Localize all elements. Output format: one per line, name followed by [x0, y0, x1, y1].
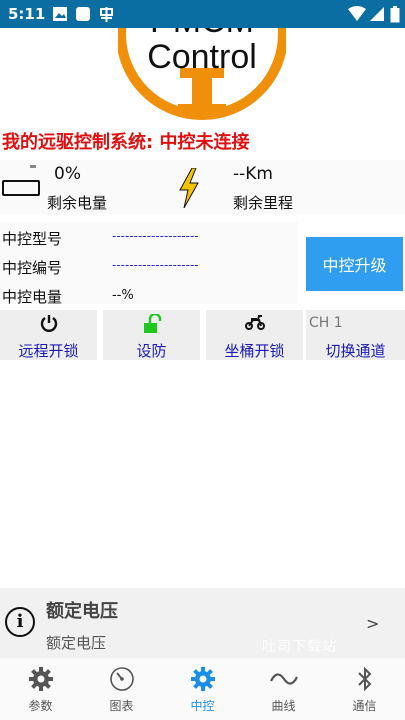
battery-status-icon — [390, 6, 400, 27]
info-icon: i — [5, 607, 35, 637]
lightning-icon — [178, 167, 200, 212]
switch-channel-label: 切换通道 — [325, 342, 386, 360]
app-logo: PMCM Control — [118, 28, 286, 120]
controller-serial-label: 中控编号 — [2, 259, 63, 277]
gear-icon — [162, 666, 243, 692]
channel-indicator: CH 1 — [309, 315, 343, 331]
chevron-right-icon[interactable]: > — [366, 614, 379, 633]
controller-model-value: -------------------- — [112, 229, 199, 243]
nav-item-dashboard[interactable]: 图表 — [81, 658, 162, 720]
status-time: 5:11 — [8, 5, 46, 23]
controller-upgrade-button[interactable]: 中控升级 — [306, 237, 403, 291]
power-icon — [0, 314, 97, 332]
nav-label-dashboard: 图表 — [109, 699, 134, 713]
nav-item-parameters[interactable]: 参数 — [0, 658, 81, 720]
bug-icon — [98, 6, 115, 27]
signal-icon — [369, 6, 385, 26]
bluetooth-icon — [324, 666, 405, 692]
remote-unlock-button[interactable]: 远程开锁 — [0, 310, 97, 360]
nav-label-curves: 曲线 — [271, 699, 296, 713]
controller-power-value: --% — [112, 288, 134, 303]
unlock-icon — [103, 314, 200, 334]
wave-icon — [243, 666, 324, 692]
seat-unlock-button[interactable]: 坐桶开锁 — [206, 310, 303, 360]
remote-unlock-label: 远程开锁 — [18, 342, 79, 360]
notification-icon — [75, 6, 91, 26]
battery-tip — [30, 165, 36, 168]
controller-power-label: 中控电量 — [2, 288, 63, 306]
controller-model-label: 中控型号 — [2, 230, 63, 248]
image-icon — [52, 6, 68, 26]
nav-label-controller: 中控 — [190, 699, 215, 713]
range-label: 剩余里程 — [233, 194, 294, 212]
watermark: 吐司下载站 — [262, 639, 337, 655]
connection-status-title: 我的远驱控制系统: 中控未连接 — [2, 132, 250, 153]
battery-icon — [2, 180, 40, 196]
gauge-icon — [81, 666, 162, 692]
logo-text: Control — [147, 38, 257, 76]
nav-item-curves[interactable]: 曲线 — [243, 658, 324, 720]
arm-button[interactable]: 设防 — [103, 310, 200, 360]
notice-subtitle: 额定电压 — [46, 634, 107, 652]
controller-serial-value: -------------------- — [112, 258, 199, 272]
notice-title: 额定电压 — [46, 601, 118, 622]
status-bar: 5:11 — [0, 0, 405, 28]
wifi-icon — [348, 6, 366, 26]
battery-label: 剩余电量 — [47, 194, 108, 212]
gear-icon — [0, 666, 81, 692]
bottom-nav: 参数 图表 中控 曲线 通信 — [0, 658, 405, 720]
range-value: --Km — [233, 164, 273, 184]
nav-item-controller[interactable]: 中控 — [162, 658, 243, 720]
battery-percent: 0% — [54, 164, 81, 184]
scooter-icon — [206, 314, 303, 330]
nav-label-parameters: 参数 — [28, 699, 53, 713]
arm-label: 设防 — [136, 342, 167, 360]
seat-unlock-label: 坐桶开锁 — [224, 342, 285, 360]
nav-label-communication: 通信 — [352, 699, 377, 713]
nav-item-communication[interactable]: 通信 — [324, 658, 405, 720]
